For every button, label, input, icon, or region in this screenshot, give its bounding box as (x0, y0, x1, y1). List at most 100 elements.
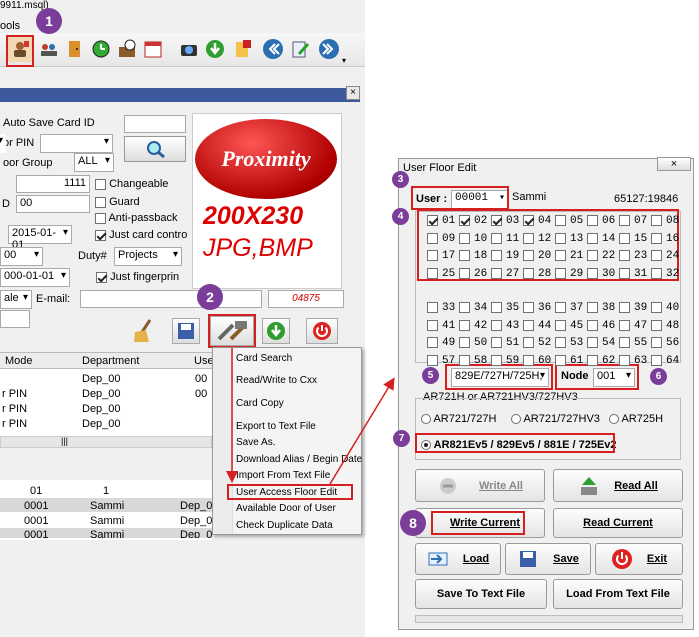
floor-check-box[interactable] (619, 319, 630, 331)
floor-checkbox[interactable]: 34 (459, 302, 487, 314)
floor-check-box[interactable] (619, 302, 630, 313)
floor-check-box[interactable] (427, 232, 438, 244)
floor-check-box[interactable] (523, 215, 534, 226)
floor-check-box[interactable] (491, 215, 502, 226)
exit-button[interactable]: Exit (595, 543, 683, 575)
floor-check-box[interactable] (619, 337, 630, 348)
floor-checkbox[interactable]: 43 (491, 319, 519, 332)
floor-check-box[interactable] (491, 267, 502, 279)
floor-check-box[interactable] (427, 267, 438, 279)
floor-check-box[interactable] (587, 337, 598, 348)
floor-checkbox[interactable]: 25 (427, 267, 455, 280)
floor-checkbox[interactable]: 16 (651, 232, 679, 245)
floor-checkbox[interactable]: 08 (651, 215, 679, 227)
floor-check-box[interactable] (459, 302, 470, 313)
floor-check-box[interactable] (427, 215, 438, 226)
save-button[interactable]: Save (505, 543, 591, 575)
floor-check-box[interactable] (523, 250, 534, 261)
floor-checkbox[interactable]: 31 (619, 267, 647, 280)
floor-checkbox[interactable]: 28 (523, 267, 551, 280)
floor-checkbox[interactable]: 42 (459, 319, 487, 332)
radio-ar725-dot[interactable] (609, 414, 619, 425)
floor-checkbox[interactable]: 62 (587, 354, 615, 367)
floor-check-box[interactable] (587, 215, 598, 226)
floor-checkbox[interactable]: 46 (587, 319, 615, 332)
floor-checkbox[interactable]: 21 (555, 250, 583, 262)
floor-check-box[interactable] (555, 302, 566, 313)
floor-check-box[interactable] (619, 267, 630, 279)
floor-checkbox[interactable]: 19 (491, 250, 519, 262)
floor-check-box[interactable] (459, 250, 470, 261)
floor-check-box[interactable] (459, 319, 470, 331)
write-all-button[interactable]: Write All (415, 469, 545, 502)
floor-checkbox[interactable]: 48 (651, 319, 679, 332)
floor-checkbox[interactable]: 26 (459, 267, 487, 280)
floor-check-box[interactable] (587, 232, 598, 244)
load-from-text-button[interactable]: Load From Text File (553, 579, 683, 609)
save-to-text-button[interactable]: Save To Text File (415, 579, 547, 609)
floor-checkbox[interactable]: 54 (587, 337, 615, 349)
floor-checkbox[interactable]: 09 (427, 232, 455, 245)
floor-check-box[interactable] (619, 354, 630, 366)
floor-checkbox[interactable]: 56 (651, 337, 679, 349)
floor-check-box[interactable] (587, 319, 598, 331)
floor-checkbox[interactable]: 10 (459, 232, 487, 245)
floor-checkbox[interactable]: 60 (523, 354, 551, 367)
floor-checkbox[interactable]: 32 (651, 267, 679, 280)
floor-check-box[interactable] (523, 354, 534, 366)
dialog-close-button[interactable]: × (657, 157, 691, 171)
floor-check-box[interactable] (651, 215, 662, 226)
floor-checkbox[interactable]: 52 (523, 337, 551, 349)
radio-ar721[interactable]: AR721/727H (421, 413, 496, 425)
floor-check-box[interactable] (651, 354, 662, 366)
floor-checkbox[interactable]: 36 (523, 302, 551, 314)
floor-check-box[interactable] (651, 302, 662, 313)
floor-checkbox[interactable]: 18 (459, 250, 487, 262)
floor-check-box[interactable] (459, 215, 470, 226)
read-all-button[interactable]: Read All (553, 469, 683, 502)
floor-check-box[interactable] (523, 267, 534, 279)
floor-checkbox[interactable]: 07 (619, 215, 647, 227)
floor-check-box[interactable] (427, 337, 438, 348)
floor-check-box[interactable] (427, 302, 438, 313)
floor-check-box[interactable] (523, 337, 534, 348)
floor-checkbox[interactable]: 23 (619, 250, 647, 262)
floor-checkbox[interactable]: 51 (491, 337, 519, 349)
floor-checkbox[interactable]: 37 (555, 302, 583, 314)
floor-checkbox[interactable]: 11 (491, 232, 519, 245)
floor-checkbox[interactable]: 12 (523, 232, 551, 245)
floor-check-box[interactable] (555, 267, 566, 279)
floor-checkbox[interactable]: 29 (555, 267, 583, 280)
read-current-button[interactable]: Read Current (553, 508, 683, 538)
floor-checkbox[interactable]: 04 (523, 215, 551, 227)
floor-checkbox[interactable]: 61 (555, 354, 583, 367)
floor-check-box[interactable] (587, 302, 598, 313)
floor-checkbox[interactable]: 53 (555, 337, 583, 349)
floor-check-box[interactable] (587, 250, 598, 261)
floor-check-box[interactable] (651, 337, 662, 348)
floor-checkbox[interactable]: 47 (619, 319, 647, 332)
floor-checkbox[interactable]: 57 (427, 354, 455, 367)
floor-checkbox[interactable]: 01 (427, 215, 455, 227)
floor-check-box[interactable] (555, 337, 566, 348)
floor-check-box[interactable] (459, 232, 470, 244)
floor-check-box[interactable] (427, 319, 438, 331)
radio-ar721v3[interactable]: AR721/727HV3 (511, 413, 600, 425)
floor-checkbox[interactable]: 55 (619, 337, 647, 349)
floor-check-box[interactable] (555, 250, 566, 261)
floor-checkbox[interactable]: 63 (619, 354, 647, 367)
floor-check-box[interactable] (491, 319, 502, 331)
floor-check-box[interactable] (491, 250, 502, 261)
load-button[interactable]: Load (415, 543, 501, 575)
floor-checkbox[interactable]: 40 (651, 302, 679, 314)
floor-checkbox[interactable]: 49 (427, 337, 455, 349)
floor-checkbox[interactable]: 50 (459, 337, 487, 349)
radio-ar721v3-dot[interactable] (511, 414, 521, 425)
floor-check-box[interactable] (587, 267, 598, 279)
floor-checkbox[interactable]: 45 (555, 319, 583, 332)
floor-checkbox[interactable]: 02 (459, 215, 487, 227)
floor-checkbox[interactable]: 22 (587, 250, 615, 262)
floor-checkbox[interactable]: 39 (619, 302, 647, 314)
floor-checkbox[interactable]: 15 (619, 232, 647, 245)
floor-check-box[interactable] (619, 232, 630, 244)
